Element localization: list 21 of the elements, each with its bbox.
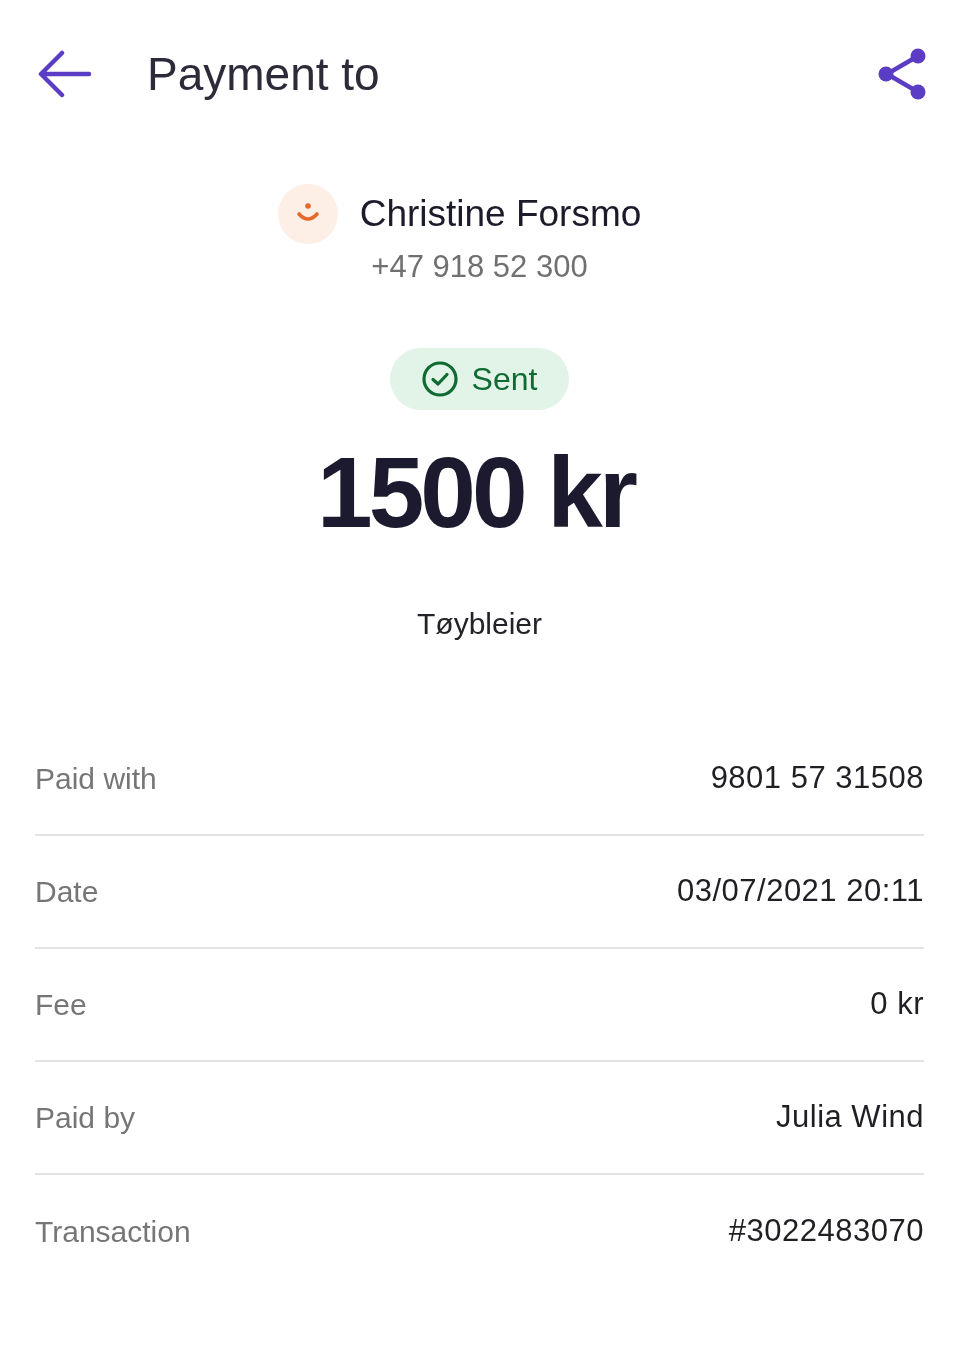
detail-label: Transaction	[35, 1214, 191, 1250]
check-circle-icon	[421, 361, 458, 397]
detail-label: Date	[35, 874, 99, 910]
detail-label: Paid with	[35, 761, 157, 797]
detail-label: Fee	[35, 987, 87, 1023]
detail-value: Julia Wind	[776, 1098, 924, 1137]
detail-value: #3022483070	[728, 1212, 924, 1251]
share-icon	[878, 48, 926, 100]
detail-label: Paid by	[35, 1100, 136, 1136]
recipient-name: Christine Forsmo	[359, 192, 642, 236]
back-arrow-icon	[38, 50, 92, 98]
payment-amount: 1500 kr	[317, 442, 636, 542]
status-label: Sent	[471, 363, 538, 395]
back-button[interactable]	[38, 50, 92, 98]
payment-message: Tøybleier	[417, 606, 542, 642]
detail-value: 0 kr	[870, 985, 924, 1024]
detail-value: 03/07/2021 20:11	[676, 872, 924, 911]
smiley-avatar-icon	[277, 184, 338, 244]
detail-value: 9801 57 31508	[710, 759, 924, 798]
recipient-phone: +47 918 52 300	[371, 249, 588, 285]
share-button[interactable]	[878, 48, 926, 100]
